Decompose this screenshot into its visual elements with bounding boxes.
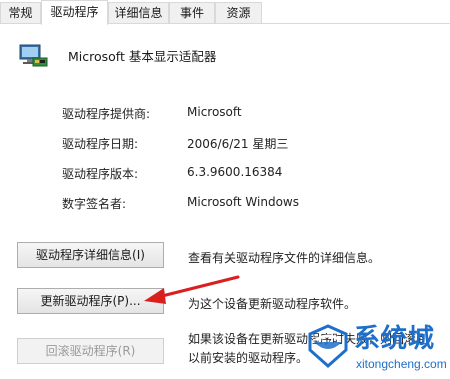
driver-details-button[interactable]: 驱动程序详细信息(I): [17, 242, 164, 268]
tab-resources[interactable]: 资源: [215, 2, 262, 24]
tab-general[interactable]: 常规: [0, 2, 41, 24]
tab-events[interactable]: 事件: [169, 2, 215, 24]
tab-details[interactable]: 详细信息: [108, 2, 169, 24]
display-adapter-icon: [19, 44, 48, 67]
tab-driver[interactable]: 驱动程序: [41, 0, 108, 25]
red-arrow-icon: [144, 275, 240, 304]
signer-value: Microsoft Windows: [187, 195, 299, 209]
rollback-driver-description-line2: 以前安装的驱动程序。: [188, 351, 309, 365]
device-name: Microsoft 基本显示适配器: [68, 49, 217, 64]
provider-label: 驱动程序提供商:: [62, 107, 151, 121]
watermark-url: xitongcheng.com: [356, 357, 447, 371]
date-label: 驱动程序日期:: [62, 137, 139, 151]
watermark-title: 系统城: [354, 324, 436, 354]
version-value: 6.3.9600.16384: [187, 165, 283, 179]
driver-details-description: 查看有关驱动程序文件的详细信息。: [188, 251, 381, 265]
signer-label: 数字签名者:: [62, 197, 127, 211]
watermark-logo-icon: [308, 324, 348, 369]
provider-value: Microsoft: [187, 105, 242, 119]
version-label: 驱动程序版本:: [62, 167, 139, 181]
date-value: 2006/6/21 星期三: [187, 137, 289, 151]
rollback-driver-button[interactable]: 回滚驱动程序(R): [17, 338, 164, 364]
watermark: 系统城 xitongcheng.com: [300, 318, 450, 379]
tab-bar: 常规 驱动程序 详细信息 事件 资源: [0, 0, 450, 25]
